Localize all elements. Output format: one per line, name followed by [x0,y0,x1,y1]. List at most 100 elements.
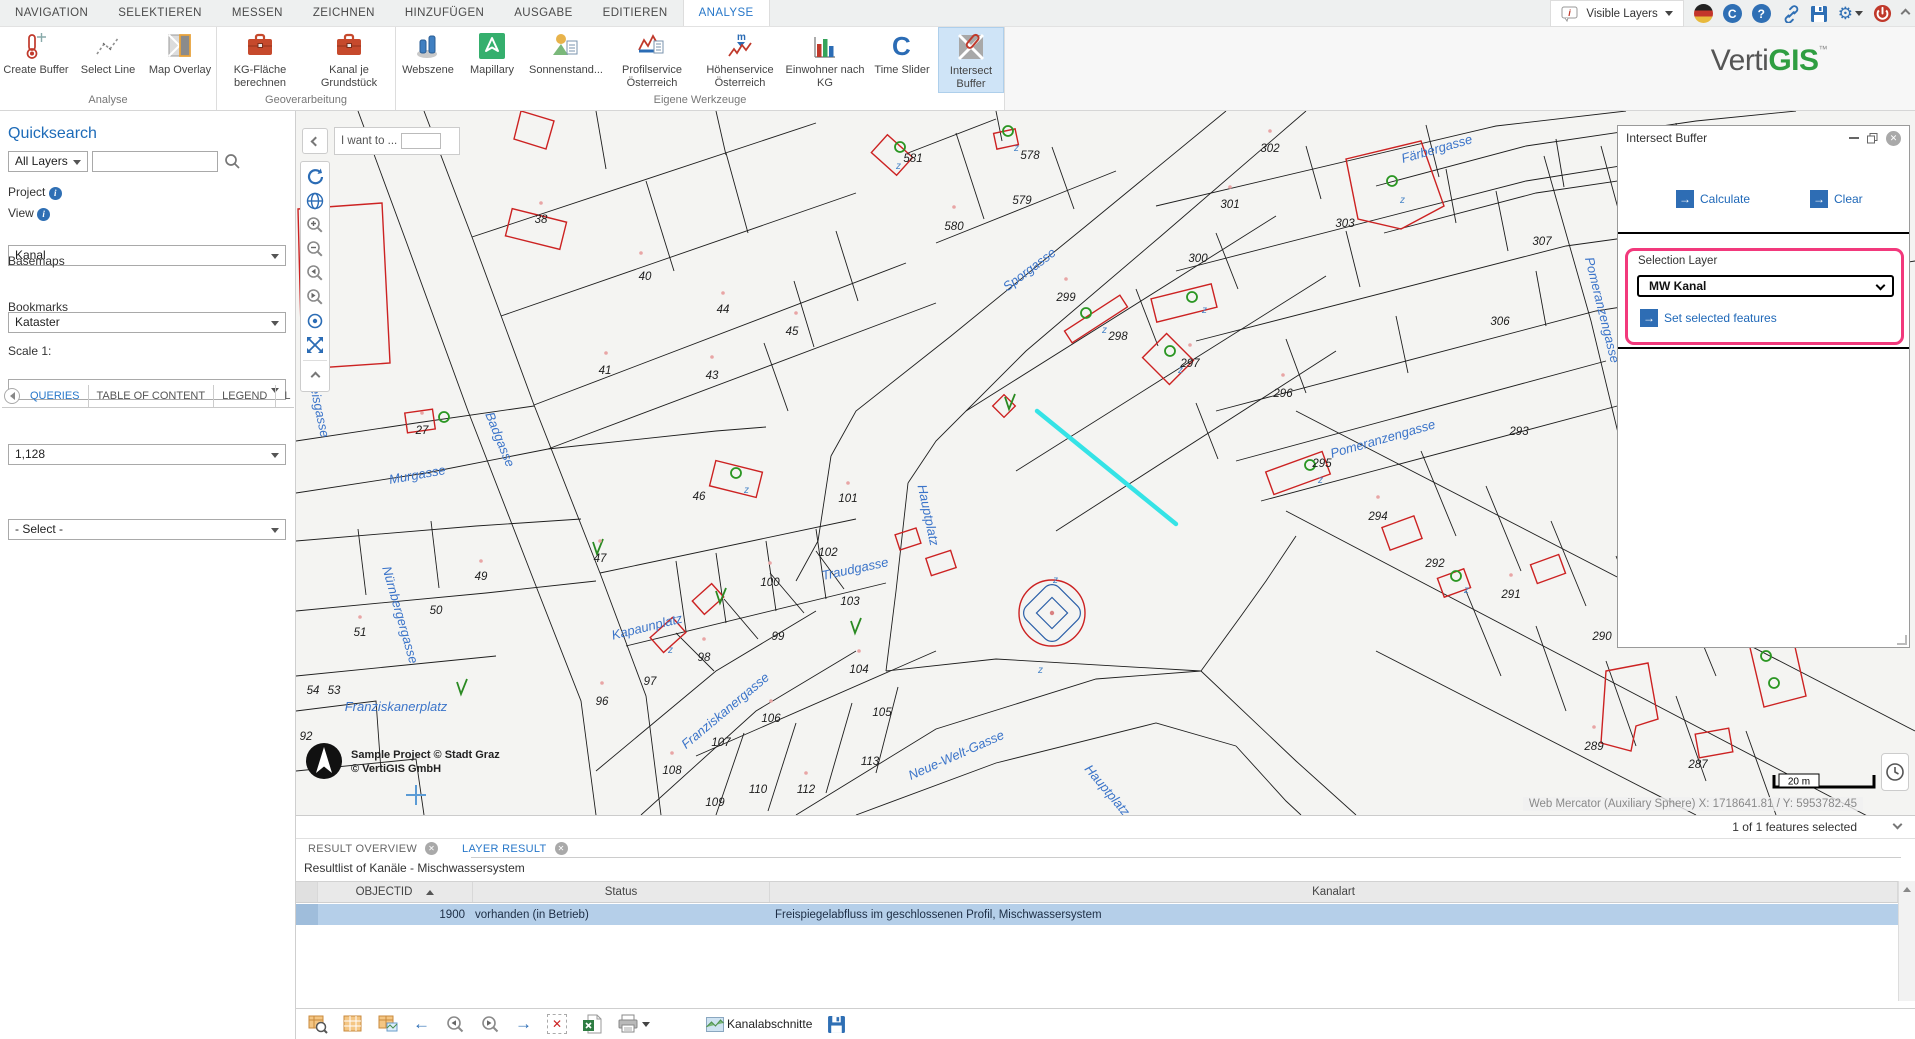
tab-queries[interactable]: QUERIES [22,385,89,408]
tab-result-overview[interactable]: RESULT OVERVIEW [308,843,417,855]
info-bubble-icon: i [1561,6,1579,22]
column-header-status[interactable]: Status [473,882,770,902]
result-row[interactable]: 1900 vorhanden (in Betrieb) Freispiegela… [296,904,1898,925]
zoom-in-icon[interactable] [303,213,327,237]
row-selector-cell[interactable] [296,904,318,925]
street-label: Hauptplatz [1082,761,1134,815]
time-slider-button[interactable]: C Time Slider [866,27,938,93]
column-header-objectid[interactable]: OBJECTID [318,882,473,902]
language-flag-icon[interactable] [1694,4,1713,23]
ribbon-tab-editieren[interactable]: EDITIEREN [588,0,683,26]
mapillary-button[interactable]: Mapillary [460,27,524,93]
settings-menu[interactable]: ⚙ [1838,4,1863,24]
zoom-next-button[interactable] [480,1014,500,1034]
zoom-previous-button[interactable] [445,1014,465,1034]
tab-layer-result[interactable]: LAYER RESULT [462,843,547,855]
restore-icon[interactable] [1867,133,1878,144]
collapse-ribbon-icon[interactable] [1901,9,1911,19]
close-icon[interactable]: ✕ [1886,131,1901,146]
profilservice-button[interactable]: Profilservice Österreich [608,27,696,93]
next-extent-icon[interactable] [303,285,327,309]
collapse-sidebar-button[interactable] [302,128,328,154]
parcel-number: 46 [693,491,706,503]
kanal-je-grundstueck-button[interactable]: Kanal je Grundstück [303,27,395,93]
results-scrollbar[interactable] [1898,881,1915,1001]
history-clock-button[interactable] [1881,753,1909,791]
select-line-button[interactable]: Select Line [72,27,144,93]
button-label: Höhenservice Österreich [696,64,784,89]
help-icon[interactable]: ? [1752,4,1771,23]
ribbon-tab-zeichnen[interactable]: ZEICHNEN [298,0,390,26]
scroll-up-icon[interactable] [1903,887,1911,892]
rotate-icon[interactable] [303,165,327,189]
ribbon-tab-messen[interactable]: MESSEN [217,0,298,26]
create-buffer-button[interactable]: Create Buffer [0,27,72,93]
ribbon-tab-analyse[interactable]: ANALYSE [683,0,770,26]
north-arrow-icon[interactable] [305,742,343,780]
tabs-scroll-left-button[interactable] [4,388,20,404]
basemaps-select[interactable]: Kataster [8,312,286,333]
search-in-table-button[interactable] [308,1014,328,1034]
section-divider [1618,232,1909,234]
collapse-toolbar-icon[interactable] [303,364,327,388]
einwohner-button[interactable]: Einwohner nach KG [784,27,866,93]
all-layers-select[interactable]: All Layers [8,151,88,172]
close-tab-icon[interactable]: ✕ [425,842,438,855]
previous-extent-icon[interactable] [303,261,327,285]
panel-title-bar[interactable]: Intersect Buffer ✕ [1618,126,1909,150]
button-label: Select Line [81,64,135,77]
panel-resize-grip[interactable] [1897,635,1907,645]
clear-selection-button[interactable]: ✕ [547,1014,567,1034]
visible-layers-dropdown[interactable]: i Visible Layers [1550,0,1683,27]
search-icon[interactable] [224,153,241,170]
locate-icon[interactable] [303,309,327,333]
column-header-kanalart[interactable]: Kanalart [770,882,1898,902]
print-button[interactable] [617,1014,650,1034]
table-layout-button[interactable] [378,1014,398,1034]
save-icon[interactable] [1810,5,1828,23]
share-link-icon[interactable] [1781,4,1800,23]
i-want-to-label: I want to ... [341,135,397,147]
scale-select[interactable]: 1,128 [8,444,286,465]
ribbon-group-label: Geoverarbeitung [217,93,395,110]
quicksearch-input[interactable] [92,151,218,172]
ribbon-tab-ausgabe[interactable]: AUSGABE [499,0,587,26]
svg-text:z: z [1013,143,1019,154]
tab-table-of-content[interactable]: TABLE OF CONTENT [89,385,215,408]
show-table-button[interactable] [343,1014,363,1034]
brand-c-icon[interactable]: C [1723,4,1742,23]
minimize-icon[interactable] [1849,137,1859,139]
street-label: Neue-Welt-Gasse [906,727,1006,783]
close-tab-icon[interactable]: ✕ [555,842,568,855]
selection-layer-select[interactable]: MW Kanal [1637,275,1894,297]
next-record-button[interactable]: → [515,1014,532,1034]
info-icon[interactable]: i [49,187,62,200]
tab-truncated[interactable]: L [276,385,294,408]
webszene-button[interactable]: Webszene [396,27,460,93]
save-results-button[interactable] [827,1015,846,1034]
export-excel-button[interactable] [582,1014,602,1034]
query-select[interactable]: - Select - [8,519,286,540]
clear-button[interactable]: → Clear [1810,190,1863,208]
collapse-results-icon[interactable] [1893,820,1903,830]
kg-flaeche-button[interactable]: KG-Fläche berechnen [217,27,303,93]
kanalabschnitte-button[interactable]: Kanalabschnitte [706,1017,812,1032]
zoom-out-icon[interactable] [303,237,327,261]
previous-record-button[interactable]: ← [413,1014,430,1034]
hoehenservice-button[interactable]: m Höhenservice Österreich [696,27,784,93]
ribbon-tab-hinzufügen[interactable]: HINZUFÜGEN [390,0,499,26]
ribbon-tab-selektieren[interactable]: SELEKTIEREN [103,0,217,26]
logout-power-icon[interactable] [1873,4,1892,23]
intersect-buffer-button[interactable]: Intersect Buffer [938,27,1004,93]
sonnenstand-button[interactable]: Sonnenstand... [524,27,608,93]
ribbon-tab-navigation[interactable]: NAVIGATION [0,0,103,26]
set-selected-features-button[interactable]: → Set selected features [1640,309,1777,327]
i-want-to-input[interactable] [401,133,441,149]
globe-icon[interactable] [303,189,327,213]
info-icon[interactable]: i [37,208,50,221]
full-extent-icon[interactable] [303,333,327,357]
i-want-to-widget[interactable]: I want to ... [334,127,460,155]
calculate-button[interactable]: → Calculate [1676,190,1750,208]
tab-legend[interactable]: LEGEND [214,385,276,408]
map-overlay-button[interactable]: Map Overlay [144,27,216,93]
